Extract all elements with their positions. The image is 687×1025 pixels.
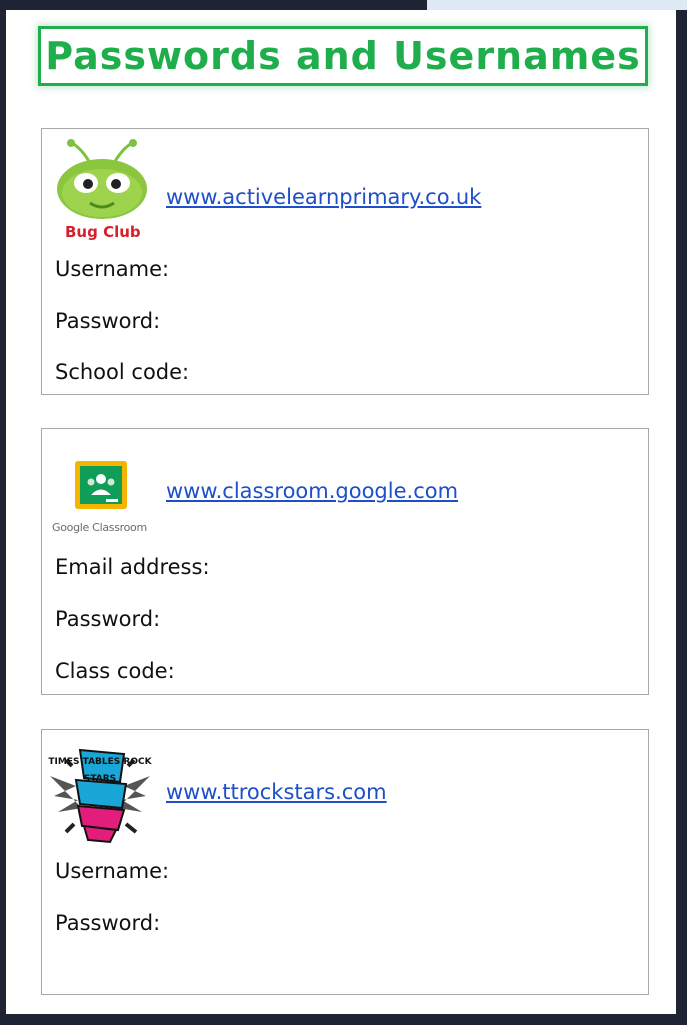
email-address-label: Email address: (55, 555, 210, 579)
ttrockstars-logo-text: TIMES TABLES ROCK STARS (48, 757, 152, 784)
username-label: Username: (55, 859, 170, 883)
school-code-label: School code: (55, 360, 190, 384)
password-label: Password: (55, 607, 161, 631)
times-tables-rockstars-logo-icon: TIMES TABLES ROCK STARS (46, 746, 154, 846)
title-box: Passwords and Usernames (38, 26, 648, 86)
bug-club-logo-icon: Bug Club (52, 137, 152, 241)
username-label: Username: (55, 257, 170, 281)
document-page: Passwords and Usernames Bug Club www.act… (6, 10, 676, 1014)
class-code-label: Class code: (55, 659, 175, 683)
password-label: Password: (55, 911, 161, 935)
bug-club-caption: Bug Club (65, 223, 141, 241)
ttrockstars-link[interactable]: www.ttrockstars.com (166, 780, 387, 804)
card-google-classroom: Google Classroom www.classroom.google.co… (41, 428, 649, 695)
page-title: Passwords and Usernames (45, 34, 641, 78)
bug-club-link[interactable]: www.activelearnprimary.co.uk (166, 185, 481, 209)
background-corner (427, 0, 687, 10)
card-ttrockstars: TIMES TABLES ROCK STARS www.ttrockstars.… (41, 729, 649, 995)
card-bug-club: Bug Club www.activelearnprimary.co.uk Us… (41, 128, 649, 395)
google-classroom-caption: Google Classroom (52, 521, 147, 534)
password-label: Password: (55, 309, 161, 333)
google-classroom-link[interactable]: www.classroom.google.com (166, 479, 458, 503)
google-classroom-logo-icon: Google Classroom (52, 459, 162, 539)
